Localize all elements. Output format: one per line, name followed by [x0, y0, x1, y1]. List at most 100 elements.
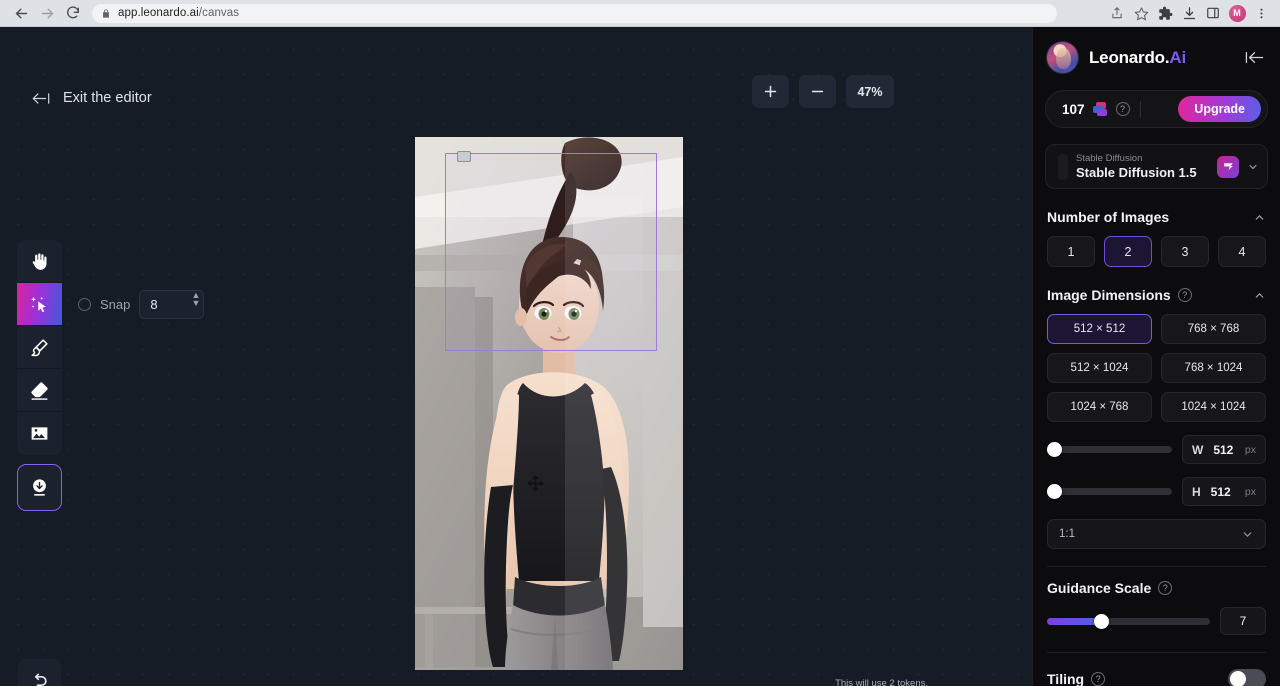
number-of-images-options: 1 2 3 4: [1033, 236, 1280, 267]
back-button[interactable]: [8, 0, 34, 26]
magic-wand-cursor-icon: [29, 294, 50, 315]
paint-brush-tool[interactable]: [17, 326, 62, 369]
url-text: app.leonardo.ai/canvas: [118, 7, 239, 19]
tiling-help-icon[interactable]: ?: [1091, 672, 1105, 686]
snap-input[interactable]: 8 ▲ ▼: [139, 290, 204, 319]
token-usage-line-1: This will use 2 tokens.: [835, 677, 928, 686]
snap-toggle[interactable]: [78, 298, 91, 311]
chevron-down-icon[interactable]: [1247, 161, 1259, 173]
exit-editor-button[interactable]: Exit the editor: [25, 86, 158, 110]
url-path: /canvas: [199, 7, 239, 19]
address-bar[interactable]: app.leonardo.ai/canvas: [92, 4, 1057, 23]
collapse-panel-icon[interactable]: [1244, 50, 1267, 65]
brand-name-text: Leonardo.: [1089, 48, 1169, 67]
tiling-row: Tiling ?: [1033, 669, 1280, 686]
divider: [1047, 652, 1266, 653]
panel-header: Leonardo.Ai: [1033, 27, 1280, 84]
share-button[interactable]: [1106, 2, 1128, 24]
dimension-1024x768[interactable]: 1024 × 768: [1047, 392, 1152, 422]
image-dimensions-header[interactable]: Image Dimensions ?: [1033, 287, 1280, 303]
download-icon: [29, 477, 50, 498]
image-dimensions-help-icon[interactable]: ?: [1178, 288, 1192, 302]
dimension-512x1024[interactable]: 512 × 1024: [1047, 353, 1152, 383]
avatar[interactable]: [1046, 41, 1079, 74]
height-unit: px: [1245, 486, 1256, 498]
undo-button[interactable]: [18, 659, 61, 686]
profile-button[interactable]: M: [1226, 2, 1248, 24]
height-slider[interactable]: [1047, 488, 1172, 495]
width-label: W: [1192, 443, 1203, 457]
zoom-in-button[interactable]: [752, 75, 789, 108]
credits-bar: 107 ? Upgrade: [1045, 90, 1268, 128]
tool-rail: [17, 240, 62, 455]
height-label: H: [1192, 485, 1201, 499]
dimension-768x1024[interactable]: 768 × 1024: [1161, 353, 1266, 383]
magic-select-tool[interactable]: [17, 283, 62, 326]
zoom-level[interactable]: 47%: [846, 75, 894, 108]
tiling-toggle[interactable]: [1228, 669, 1266, 686]
aspect-ratio-select[interactable]: 1:1: [1047, 519, 1266, 549]
divider: [1047, 566, 1266, 567]
browser-action-icons: M: [1106, 2, 1272, 24]
downloads-icon: [1182, 6, 1197, 21]
browser-toolbar: app.leonardo.ai/canvas M: [0, 0, 1280, 27]
settings-panel: Leonardo.Ai 107 ? Upgrade Stable Diffusi…: [1032, 27, 1280, 686]
guidance-scale-help-icon[interactable]: ?: [1158, 581, 1172, 595]
eraser-tool[interactable]: [17, 369, 62, 412]
image-icon: [29, 423, 50, 444]
number-of-images-header[interactable]: Number of Images: [1033, 209, 1280, 225]
url-host: app.leonardo.ai: [118, 7, 199, 19]
side-panel-button[interactable]: [1202, 2, 1224, 24]
dimension-512x512[interactable]: 512 × 512: [1047, 314, 1152, 344]
model-thumbnail: [1058, 154, 1068, 180]
chevron-up-icon[interactable]: [1253, 211, 1266, 224]
guidance-scale-slider[interactable]: [1047, 618, 1210, 625]
guidance-scale-value[interactable]: 7: [1220, 607, 1266, 635]
height-slider-row: H 512 px: [1033, 477, 1280, 506]
upgrade-button[interactable]: Upgrade: [1178, 96, 1261, 122]
image-dimensions-options: 512 × 512 768 × 768 512 × 1024 768 × 102…: [1033, 314, 1280, 422]
undo-arrow-icon: [30, 671, 50, 686]
image-upload-tool[interactable]: [17, 412, 62, 455]
images-count-3[interactable]: 3: [1161, 236, 1209, 267]
canvas-area[interactable]: Exit the editor 47%: [0, 27, 1032, 686]
more-menu-icon: [1255, 7, 1268, 20]
brand-logo: Leonardo.Ai: [1089, 48, 1234, 68]
eraser-icon: [29, 380, 50, 401]
model-selector[interactable]: Stable Diffusion Stable Diffusion 1.5: [1045, 144, 1268, 189]
snap-control: Snap 8 ▲ ▼: [78, 290, 204, 319]
downloads-button[interactable]: [1178, 2, 1200, 24]
paint-brush-icon: [29, 337, 50, 358]
zoom-out-button[interactable]: [799, 75, 836, 108]
sidepanel-icon: [1206, 6, 1220, 20]
snap-label: Snap: [100, 297, 130, 312]
dimension-768x768[interactable]: 768 × 768: [1161, 314, 1266, 344]
width-slider[interactable]: [1047, 446, 1172, 453]
extensions-puzzle-icon: [1158, 6, 1173, 21]
images-count-4[interactable]: 4: [1218, 236, 1266, 267]
chrome-menu-button[interactable]: [1250, 2, 1272, 24]
height-field[interactable]: H 512 px: [1182, 477, 1266, 506]
extensions-button[interactable]: [1154, 2, 1176, 24]
forward-button[interactable]: [34, 0, 60, 26]
selection-handle[interactable]: [457, 151, 471, 162]
chevron-down-icon[interactable]: [1241, 528, 1254, 541]
width-field[interactable]: W 512 px: [1182, 435, 1266, 464]
snap-steppers[interactable]: ▲ ▼: [191, 292, 200, 307]
bookmark-button[interactable]: [1130, 2, 1152, 24]
images-count-1[interactable]: 1: [1047, 236, 1095, 267]
token-coin-icon: [1093, 102, 1108, 116]
stepper-down-icon[interactable]: ▼: [191, 300, 200, 307]
canvas-artwork[interactable]: [415, 137, 683, 670]
download-tool[interactable]: [17, 464, 62, 511]
images-count-2[interactable]: 2: [1104, 236, 1152, 267]
credits-help-icon[interactable]: ?: [1116, 102, 1130, 116]
minus-icon: [809, 83, 826, 100]
width-slider-row: W 512 px: [1033, 435, 1280, 464]
bookmark-star-icon: [1134, 6, 1149, 21]
chevron-up-icon[interactable]: [1253, 289, 1266, 302]
guidance-scale-title: Guidance Scale: [1047, 580, 1151, 596]
pan-hand-tool[interactable]: [17, 240, 62, 283]
dimension-1024x1024[interactable]: 1024 × 1024: [1161, 392, 1266, 422]
reload-button[interactable]: [60, 0, 86, 26]
